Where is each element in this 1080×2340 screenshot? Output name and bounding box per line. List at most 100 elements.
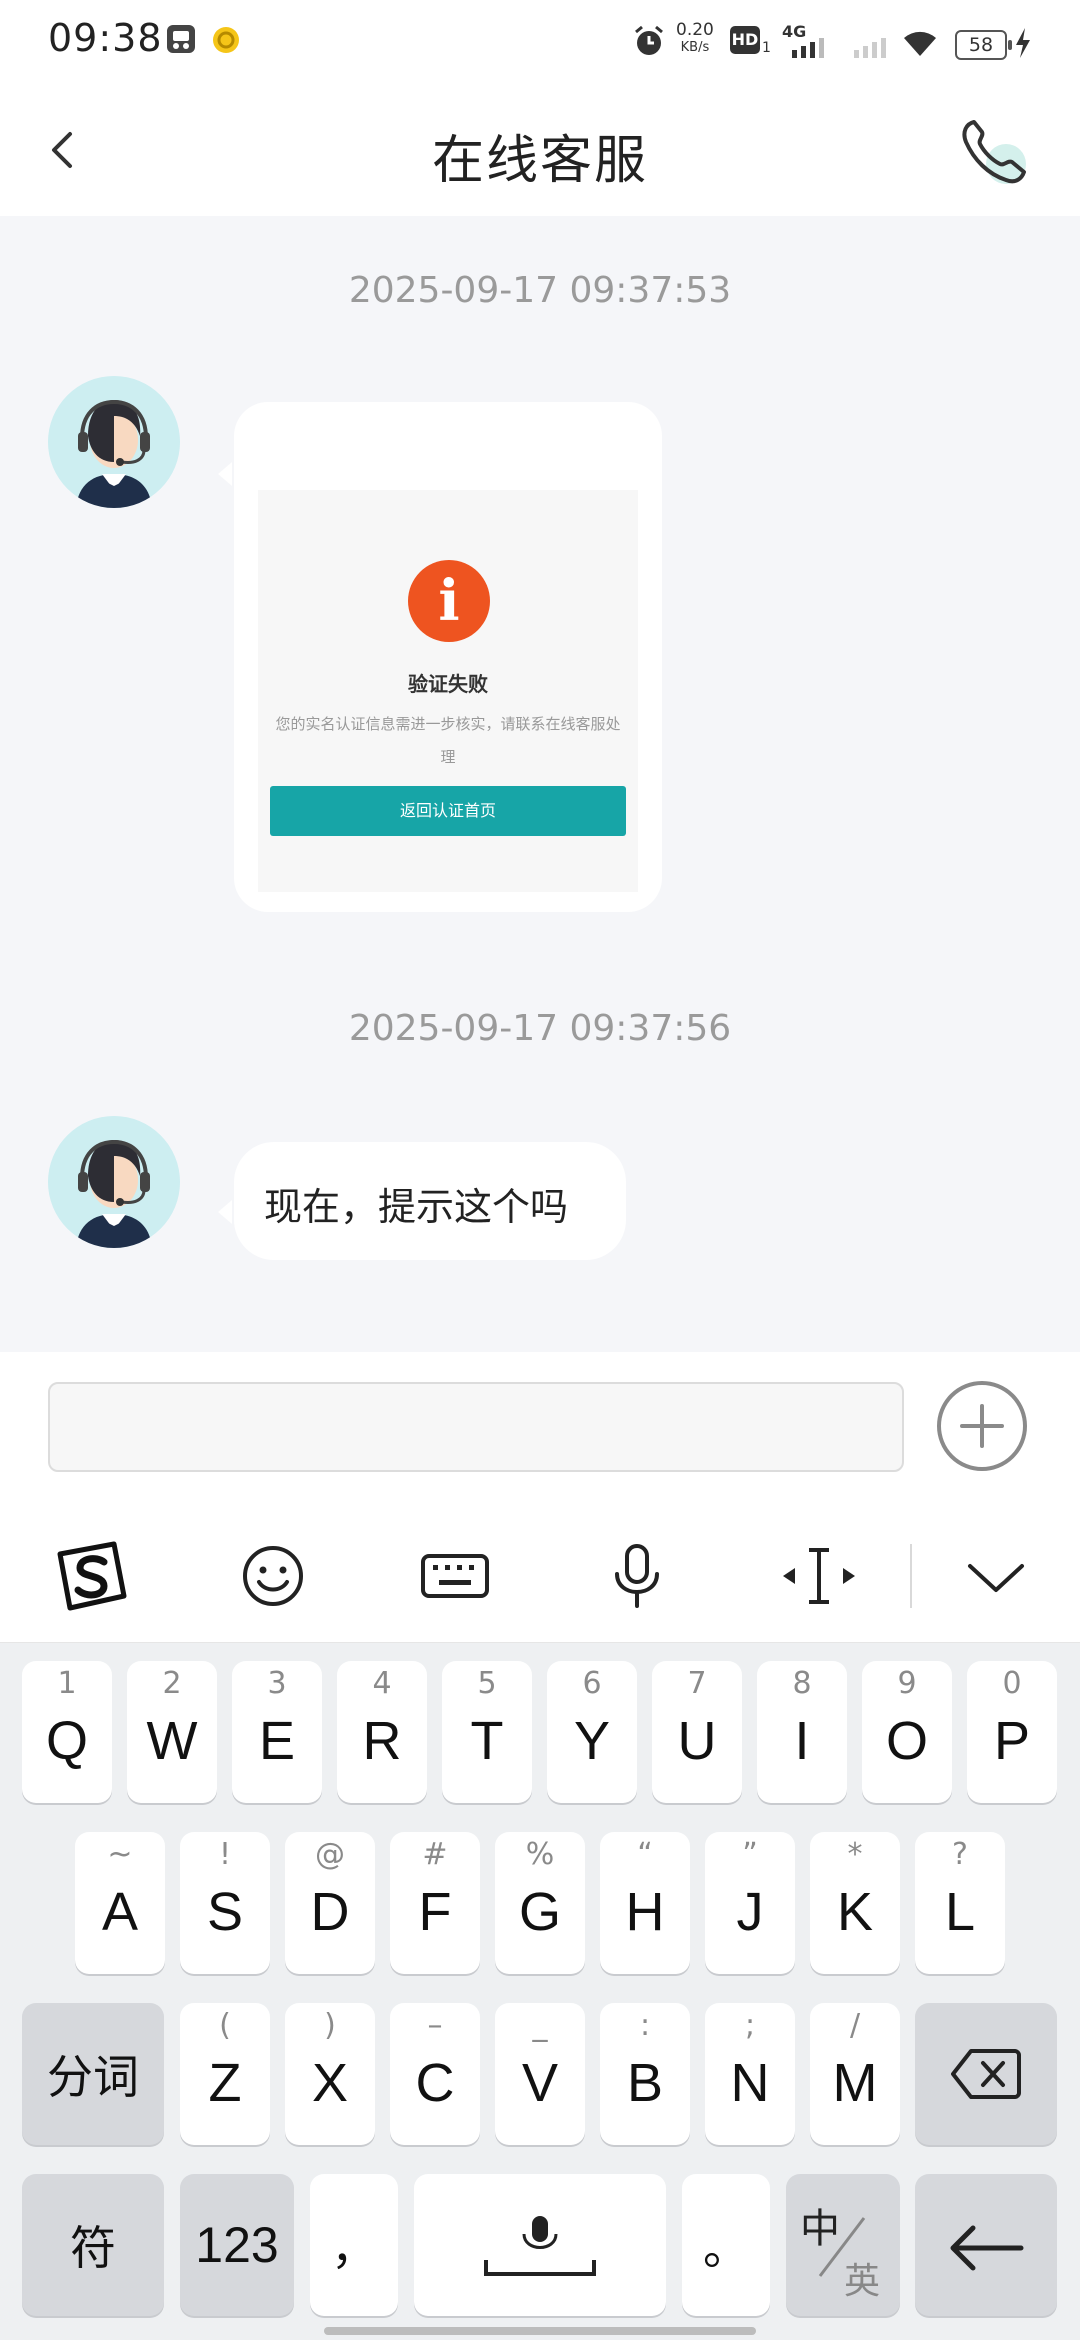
key-d[interactable]: @ D bbox=[285, 1832, 375, 1974]
net-speed-unit: KB/s bbox=[680, 40, 710, 55]
key-a[interactable]: ~ A bbox=[75, 1832, 165, 1974]
key-hint: “ bbox=[637, 1837, 653, 1872]
key-label: T bbox=[470, 1711, 504, 1771]
lang-bottom-label: 英 bbox=[844, 2261, 881, 2302]
collapse-chevron-icon[interactable] bbox=[956, 1536, 1036, 1616]
key-label: Q bbox=[45, 1711, 88, 1771]
key-q[interactable]: 1Q bbox=[22, 1661, 112, 1803]
agent-avatar bbox=[48, 376, 180, 508]
key-label: F bbox=[418, 1882, 452, 1942]
key-y[interactable]: 6Y bbox=[547, 1661, 637, 1803]
key-x[interactable]: ) X bbox=[285, 2003, 375, 2145]
key-i[interactable]: 8I bbox=[757, 1661, 847, 1803]
key-hint: * bbox=[847, 1837, 863, 1872]
key-t[interactable]: 5T bbox=[442, 1661, 532, 1803]
phone-icon[interactable] bbox=[956, 114, 1032, 190]
key-u[interactable]: 7U bbox=[652, 1661, 742, 1803]
key-hint: # bbox=[422, 1837, 448, 1872]
message-timestamp: 2025-09-17 09:37:53 bbox=[348, 270, 732, 311]
key-p[interactable]: 0P bbox=[967, 1661, 1057, 1803]
comma-key[interactable]: ， bbox=[310, 2174, 398, 2316]
key-label: M bbox=[832, 2053, 878, 2113]
alarm-icon bbox=[635, 25, 663, 55]
key-label: X bbox=[311, 2053, 349, 2113]
key-label: C bbox=[415, 2053, 455, 2113]
message-timestamp: 2025-09-17 09:37:56 bbox=[348, 1008, 732, 1049]
key-label: P bbox=[993, 1711, 1031, 1771]
chat-input-bar bbox=[0, 1352, 1080, 1508]
key-v[interactable]: _ V bbox=[495, 2003, 585, 2145]
key-b[interactable]: :B bbox=[600, 2003, 690, 2145]
microphone-icon[interactable] bbox=[597, 1536, 677, 1616]
key-j[interactable]: ” J bbox=[705, 1832, 795, 1974]
hd-label: HD bbox=[731, 30, 759, 49]
key-z[interactable]: (Z bbox=[180, 2003, 270, 2145]
wifi-icon bbox=[904, 31, 936, 56]
segment-key[interactable]: 分词 bbox=[22, 2003, 164, 2145]
cursor-move-icon[interactable] bbox=[779, 1536, 859, 1616]
battery-icon: 58 bbox=[955, 30, 1012, 60]
key-hint: ” bbox=[742, 1837, 758, 1872]
period-key[interactable]: 。 bbox=[682, 2174, 770, 2316]
key-hint: ? bbox=[952, 1837, 968, 1872]
key-o[interactable]: 9O bbox=[862, 1661, 952, 1803]
backspace-key[interactable] bbox=[915, 2003, 1057, 2145]
key-m[interactable]: / M bbox=[810, 2003, 900, 2145]
language-switch-key[interactable]: 中 英 bbox=[786, 2174, 900, 2316]
key-hint: 2 bbox=[162, 1666, 182, 1701]
soft-keyboard: 1Q 2W 3E 4R 5T 6Y 7U 8I 9O 0P ~ A ! S @ D #… bbox=[0, 1643, 1080, 2340]
chat-area[interactable]: 2025-09-17 09:37:53 i 验证失败 您的实名认证信息需进一步核… bbox=[0, 216, 1080, 1352]
agent-avatar bbox=[48, 1116, 180, 1248]
numbers-key-label: 123 bbox=[195, 2217, 279, 2273]
hd-sub: 1 bbox=[762, 40, 771, 56]
text-message-bubble[interactable]: 现在，提示这个吗 bbox=[234, 1142, 626, 1260]
bubble-tail bbox=[218, 1200, 232, 1224]
key-l[interactable]: ? L bbox=[915, 1832, 1005, 1974]
key-label: A bbox=[101, 1882, 139, 1942]
key-label: G bbox=[518, 1882, 561, 1942]
key-s[interactable]: ! S bbox=[180, 1832, 270, 1974]
enter-key[interactable] bbox=[915, 2174, 1057, 2316]
keyboard-icon[interactable] bbox=[415, 1536, 495, 1616]
key-e[interactable]: 3E bbox=[232, 1661, 322, 1803]
key-label: E bbox=[258, 1711, 296, 1771]
sogou-logo-icon[interactable] bbox=[52, 1536, 132, 1616]
key-w[interactable]: 2W bbox=[127, 1661, 217, 1803]
key-f[interactable]: # F bbox=[390, 1832, 480, 1974]
fail-description: 您的实名认证信息需进一步核实，请联系在线客服处理 bbox=[275, 715, 621, 766]
app-shield-icon bbox=[167, 25, 195, 53]
home-indicator[interactable] bbox=[324, 2327, 756, 2335]
key-k[interactable]: * K bbox=[810, 1832, 900, 1974]
enter-arrow-icon bbox=[950, 2225, 1024, 2271]
toolbar-divider bbox=[910, 1544, 912, 1608]
key-hint: _ bbox=[532, 2008, 548, 2043]
key-hint: ~ bbox=[107, 1837, 133, 1872]
key-hint: ( bbox=[219, 2008, 231, 2043]
charging-icon bbox=[1016, 28, 1030, 58]
return-auth-home-button: 返回认证首页 bbox=[270, 786, 626, 836]
verification-failed-screenshot[interactable]: i 验证失败 您的实名认证信息需进一步核实，请联系在线客服处理 返回认证首页 bbox=[258, 490, 638, 892]
key-label: B bbox=[626, 2053, 664, 2113]
plus-circle-icon[interactable] bbox=[936, 1380, 1028, 1472]
image-message-bubble[interactable]: i 验证失败 您的实名认证信息需进一步核实，请联系在线客服处理 返回认证首页 bbox=[234, 402, 662, 912]
key-label: Y bbox=[573, 1711, 611, 1771]
key-n[interactable]: ; N bbox=[705, 2003, 795, 2145]
space-key[interactable] bbox=[414, 2174, 666, 2316]
emoji-icon[interactable] bbox=[233, 1536, 313, 1616]
info-icon: i bbox=[408, 560, 490, 642]
key-hint: ; bbox=[744, 2008, 756, 2043]
key-label: I bbox=[794, 1711, 810, 1771]
key-r[interactable]: 4R bbox=[337, 1661, 427, 1803]
space-mic-icon bbox=[484, 2216, 596, 2276]
numbers-key[interactable]: 123 bbox=[180, 2174, 294, 2316]
key-label: O bbox=[885, 1711, 928, 1771]
key-c[interactable]: – C bbox=[390, 2003, 480, 2145]
key-hint: 6 bbox=[582, 1666, 602, 1701]
message-input[interactable] bbox=[48, 1382, 904, 1472]
key-h[interactable]: “H bbox=[600, 1832, 690, 1974]
app-header: 在线客服 bbox=[0, 84, 1080, 216]
symbols-key[interactable]: 符 bbox=[22, 2174, 164, 2316]
key-hint: : bbox=[639, 2008, 651, 2043]
key-g[interactable]: % G bbox=[495, 1832, 585, 1974]
signal-4g-icon bbox=[792, 38, 824, 58]
